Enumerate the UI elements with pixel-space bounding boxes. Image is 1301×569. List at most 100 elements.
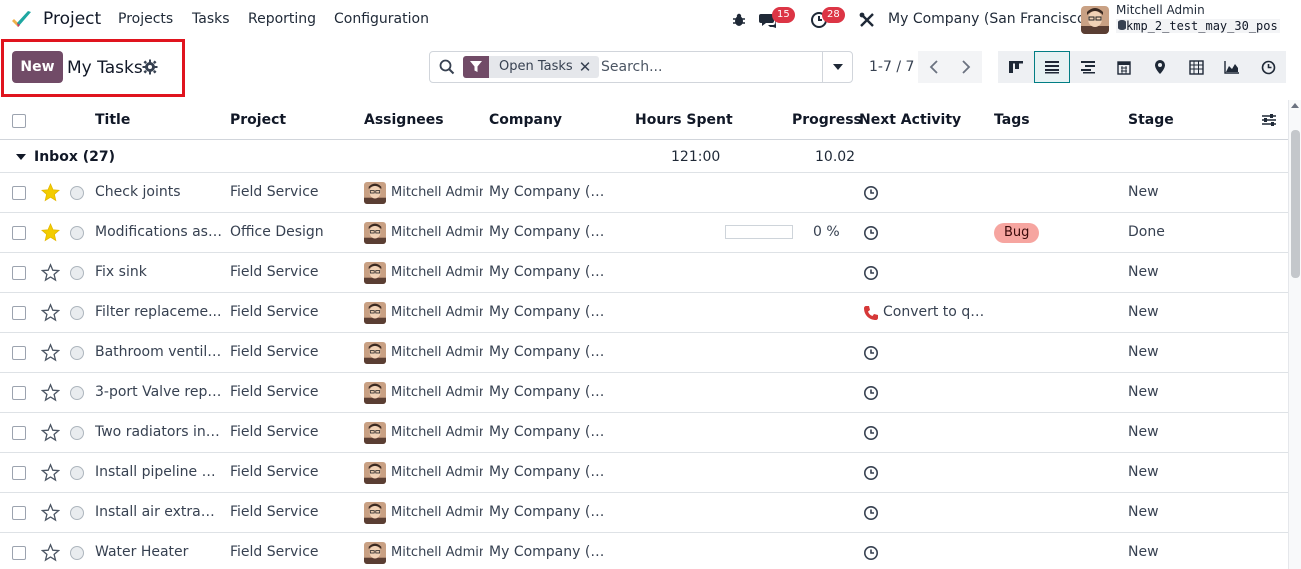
status-circle-icon[interactable] <box>70 226 84 240</box>
view-calendar-button[interactable] <box>1106 51 1142 83</box>
column-header-next-activity[interactable]: Next Activity <box>859 112 961 128</box>
scroll-thumb[interactable] <box>1291 130 1300 278</box>
new-button[interactable]: New <box>12 51 63 83</box>
activity-clock-icon[interactable] <box>863 185 879 201</box>
status-circle-icon[interactable] <box>70 426 84 440</box>
task-assignee: Mitchell Admin <box>391 225 483 240</box>
table-row[interactable]: Install pipeline sy... Field Service Mitch… <box>0 452 1288 492</box>
column-header-tags[interactable]: Tags <box>994 112 1030 128</box>
menu-configuration[interactable]: Configuration <box>334 11 429 27</box>
status-circle-icon[interactable] <box>70 266 84 280</box>
column-header-progress[interactable]: Progress <box>792 112 862 128</box>
row-checkbox[interactable] <box>12 226 26 240</box>
row-checkbox[interactable] <box>12 306 26 320</box>
view-kanban-button[interactable] <box>998 51 1034 83</box>
phone-activity-icon[interactable] <box>863 305 879 321</box>
star-icon[interactable] <box>41 263 60 282</box>
view-activity-button[interactable] <box>1250 51 1286 83</box>
optional-columns-sliders-icon[interactable] <box>1261 112 1277 128</box>
table-row[interactable]: Install air extract... Field Service Mitch… <box>0 492 1288 532</box>
search-icon[interactable] <box>439 59 455 75</box>
user-avatar[interactable] <box>1081 6 1109 34</box>
column-header-assignees[interactable]: Assignees <box>364 112 444 128</box>
view-gantt-button[interactable] <box>1070 51 1106 83</box>
menu-projects[interactable]: Projects <box>118 11 173 27</box>
column-header-title[interactable]: Title <box>95 112 130 128</box>
status-circle-icon[interactable] <box>70 186 84 200</box>
user-name[interactable]: Mitchell Admin <box>1116 3 1205 17</box>
view-pivot-button[interactable] <box>1178 51 1214 83</box>
table-row[interactable]: Two radiators ins... Field Service Mitchel… <box>0 412 1288 452</box>
row-checkbox[interactable] <box>12 346 26 360</box>
star-icon[interactable] <box>41 303 60 322</box>
group-row-inbox[interactable]: Inbox (27) 121:00 10.02 <box>0 141 1288 172</box>
search-input[interactable] <box>601 56 816 78</box>
activity-clock-icon[interactable] <box>863 425 879 441</box>
scroll-up-arrow-icon[interactable] <box>1291 103 1299 108</box>
view-list-button[interactable] <box>1034 51 1070 83</box>
view-graph-button[interactable] <box>1214 51 1250 83</box>
task-title: Filter replaceme... <box>95 304 222 320</box>
app-name[interactable]: Project <box>43 9 101 29</box>
status-circle-icon[interactable] <box>70 506 84 520</box>
company-switch-tools-icon[interactable] <box>857 10 877 30</box>
column-header-hours-spent[interactable]: Hours Spent <box>635 112 733 128</box>
column-header-company[interactable]: Company <box>489 112 562 128</box>
table-row[interactable]: Bathroom ventila... Field Service Mitchell… <box>0 332 1288 372</box>
status-circle-icon[interactable] <box>70 466 84 480</box>
activity-clock-icon[interactable] <box>863 385 879 401</box>
row-checkbox[interactable] <box>12 266 26 280</box>
search-options-toggle[interactable] <box>822 52 852 82</box>
activity-clock-icon[interactable] <box>863 545 879 561</box>
activity-clock-icon[interactable] <box>863 225 879 241</box>
gear-icon[interactable] <box>142 59 158 75</box>
star-filled-icon[interactable] <box>41 183 60 202</box>
status-circle-icon[interactable] <box>70 306 84 320</box>
search-bar: Open Tasks ✕ <box>429 51 853 83</box>
table-row[interactable]: Water Heater Field Service Mitchell Admin M… <box>0 532 1288 569</box>
pager-value[interactable]: 1-7 / 7 <box>869 59 914 75</box>
view-map-button[interactable] <box>1142 51 1178 83</box>
column-header-stage[interactable]: Stage <box>1128 112 1174 128</box>
select-all-checkbox[interactable] <box>12 114 26 128</box>
status-circle-icon[interactable] <box>70 386 84 400</box>
activity-clock-icon[interactable] <box>863 345 879 361</box>
status-circle-icon[interactable] <box>70 346 84 360</box>
row-checkbox[interactable] <box>12 426 26 440</box>
row-checkbox[interactable] <box>12 386 26 400</box>
table-row[interactable]: Check joints Field Service Mitchell Admin M… <box>0 172 1288 212</box>
table-row[interactable]: Modifications ask... Office Design Mitchel… <box>0 212 1288 252</box>
activity-clock-icon[interactable] <box>863 505 879 521</box>
next-activity-text[interactable]: Convert to qu... <box>883 304 991 320</box>
debug-bug-icon[interactable] <box>729 10 749 30</box>
star-icon[interactable] <box>41 543 60 562</box>
star-icon[interactable] <box>41 423 60 442</box>
scrollbar[interactable] <box>1288 100 1301 569</box>
star-icon[interactable] <box>41 463 60 482</box>
star-filled-icon[interactable] <box>41 223 60 242</box>
column-header-project[interactable]: Project <box>230 112 286 128</box>
company-switcher[interactable]: My Company (San Francisco) <box>888 11 1091 27</box>
row-checkbox[interactable] <box>12 506 26 520</box>
star-icon[interactable] <box>41 503 60 522</box>
project-app-logo-icon[interactable] <box>10 8 34 32</box>
facet-remove-icon[interactable]: ✕ <box>578 56 599 78</box>
row-checkbox[interactable] <box>12 186 26 200</box>
menu-reporting[interactable]: Reporting <box>248 11 316 27</box>
row-checkbox[interactable] <box>12 546 26 560</box>
star-icon[interactable] <box>41 343 60 362</box>
task-title: Install air extract... <box>95 504 222 520</box>
table-row[interactable]: Filter replaceme... Field Service Mitchell… <box>0 292 1288 332</box>
table-row[interactable]: Fix sink Field Service Mitchell Admin My Co… <box>0 252 1288 292</box>
star-icon[interactable] <box>41 383 60 402</box>
table-row[interactable]: 3-port Valve repl... Field Service Mitchel… <box>0 372 1288 412</box>
pager-next-button[interactable] <box>950 51 982 83</box>
status-circle-icon[interactable] <box>70 546 84 560</box>
activity-clock-icon[interactable] <box>863 465 879 481</box>
search-facet: Open Tasks ✕ <box>463 56 599 78</box>
pager-previous-button[interactable] <box>918 51 950 83</box>
menu-tasks[interactable]: Tasks <box>192 11 230 27</box>
task-project: Field Service <box>230 304 319 320</box>
row-checkbox[interactable] <box>12 466 26 480</box>
activity-clock-icon[interactable] <box>863 265 879 281</box>
